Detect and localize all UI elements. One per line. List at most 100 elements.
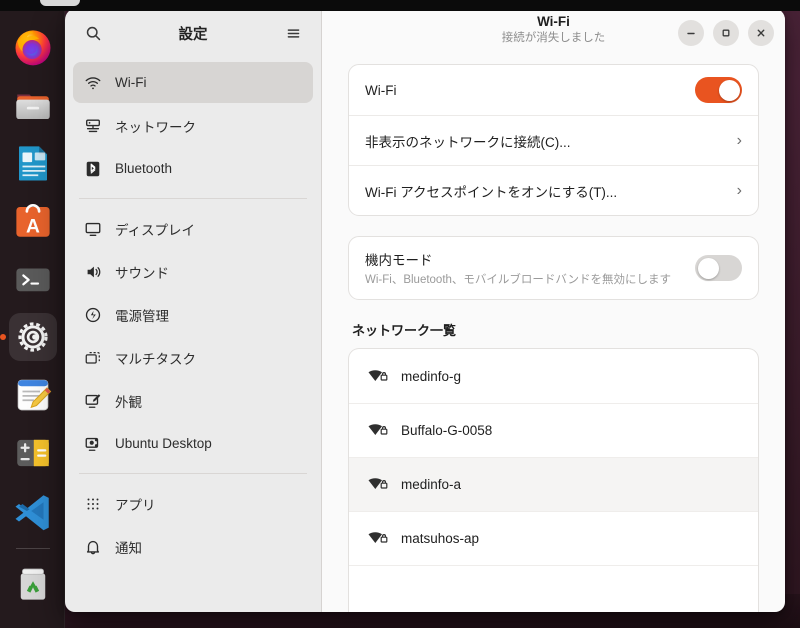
window-header: Wi-Fi 接続が消失しました — [322, 8, 785, 58]
dock-item-settings[interactable] — [8, 313, 57, 361]
chevron-right-icon: › — [736, 131, 742, 149]
toggle-knob — [697, 257, 719, 279]
wifi-secure-icon — [367, 584, 389, 601]
sidebar-item-label: アプリ — [115, 497, 156, 513]
firefox-icon — [15, 30, 50, 66]
appearance-icon — [83, 391, 102, 410]
apps-grid-icon — [83, 494, 102, 513]
calculator-icon — [16, 439, 49, 467]
bluetooth-icon — [83, 159, 102, 178]
network-row[interactable]: medinfo-g — [349, 349, 758, 403]
sidebar-item-notifications[interactable]: 通知 — [73, 526, 313, 567]
network-ssid: medinfo-a — [401, 477, 462, 492]
clock-indicator[interactable] — [40, 0, 80, 6]
multitasking-icon — [83, 348, 102, 367]
wifi-toggle-label: Wi-Fi — [365, 82, 397, 98]
ubuntu-app-center-icon: A — [15, 203, 50, 237]
airplane-mode-card: 機内モード Wi-Fi、Bluetooth、モバイルブロードバンドを無効にします — [348, 236, 759, 300]
ubuntu-dock: A — [0, 11, 65, 628]
sidebar-item-label: サウンド — [115, 265, 169, 281]
trash-icon — [20, 568, 45, 600]
wifi-toggle[interactable] — [695, 77, 742, 103]
dock-item-files[interactable] — [9, 81, 57, 129]
settings-gear-icon — [17, 322, 48, 352]
sidebar-item-label: 通知 — [115, 540, 142, 556]
airplane-mode-toggle[interactable] — [695, 255, 742, 281]
sidebar-item-ubuntu-desktop[interactable]: Ubuntu Desktop — [73, 423, 313, 464]
sidebar-item-bluetooth[interactable]: Bluetooth — [73, 148, 313, 189]
turn-on-hotspot-label: Wi-Fi アクセスポイントをオンにする(T)... — [365, 184, 618, 200]
sidebar-item-appearance[interactable]: 外観 — [73, 380, 313, 421]
airplane-mode-description: Wi-Fi、Bluetooth、モバイルブロードバンドを無効にします — [365, 274, 671, 286]
settings-content: Wi-Fi 接続が消失しました Wi-Fi 非表示のネットワークに接続(C)..… — [322, 8, 785, 612]
terminal-icon — [15, 268, 50, 292]
sidebar-item-power[interactable]: 電源管理 — [73, 294, 313, 335]
dock-item-calculator[interactable] — [9, 429, 57, 477]
network-row[interactable]: Buffalo-G-0058 — [349, 403, 758, 457]
wifi-settings-card: Wi-Fi 非表示のネットワークに接続(C)... › Wi-Fi アクセスポイ… — [348, 64, 759, 216]
turn-on-hotspot-row[interactable]: Wi-Fi アクセスポイントをオンにする(T)... › — [349, 165, 758, 215]
networks-section-title: ネットワーク一覧 — [352, 323, 457, 338]
svg-text:A: A — [26, 216, 40, 237]
chevron-right-icon: › — [736, 181, 742, 199]
sidebar-item-wifi[interactable]: Wi-Fi — [73, 62, 313, 103]
sidebar-item-label: 電源管理 — [115, 308, 169, 324]
network-ssid: matsuhos-ap — [401, 531, 480, 546]
dock-item-firefox[interactable] — [9, 23, 57, 71]
dock-separator — [15, 548, 50, 549]
wifi-toggle-row[interactable]: Wi-Fi — [349, 65, 758, 115]
sidebar-separator — [79, 473, 307, 474]
sidebar-separator — [79, 198, 307, 199]
wifi-secure-icon — [367, 476, 389, 493]
sidebar-header: 設定 — [65, 8, 321, 58]
notifications-bell-icon — [83, 537, 102, 556]
files-icon — [15, 94, 50, 119]
sidebar-item-sound[interactable]: サウンド — [73, 251, 313, 292]
airplane-mode-row[interactable]: 機内モード Wi-Fi、Bluetooth、モバイルブロードバンドを無効にします — [349, 237, 758, 299]
wifi-secure-icon — [367, 368, 389, 385]
sidebar-item-apps[interactable]: アプリ — [73, 483, 313, 524]
close-button[interactable] — [748, 20, 774, 46]
dock-item-vscode[interactable] — [9, 487, 57, 535]
gnome-top-bar — [0, 0, 800, 11]
dock-item-text-editor[interactable] — [9, 371, 57, 419]
network-row[interactable] — [349, 565, 758, 612]
wifi-icon — [83, 73, 102, 92]
dock-item-libreoffice[interactable] — [9, 139, 57, 187]
sidebar-item-label: ディスプレイ — [115, 222, 196, 238]
search-icon[interactable] — [79, 19, 107, 47]
minimize-button[interactable] — [678, 20, 704, 46]
sidebar-item-display[interactable]: ディスプレイ — [73, 208, 313, 249]
sidebar-item-label: 外観 — [115, 394, 142, 410]
sidebar-item-list: Wi-Fi ネットワーク Bluetooth ディスプレイ サウンド 電源管理 … — [65, 58, 321, 569]
sidebar-item-label: ネットワーク — [115, 119, 196, 135]
sound-icon — [83, 262, 102, 281]
airplane-mode-label: 機内モード — [365, 253, 433, 268]
network-ssid: medinfo-g — [401, 368, 462, 384]
text-editor-icon — [17, 379, 51, 411]
ubuntu-desktop-icon — [83, 434, 102, 453]
sidebar-item-label: マルチタスク — [115, 351, 196, 367]
dock-item-terminal[interactable] — [9, 255, 57, 303]
connect-hidden-network-label: 非表示のネットワークに接続(C)... — [365, 134, 571, 150]
maximize-button[interactable] — [713, 20, 739, 46]
connect-hidden-network-row[interactable]: 非表示のネットワークに接続(C)... › — [349, 115, 758, 165]
dock-item-trash[interactable] — [9, 559, 57, 607]
sidebar-item-label: Ubuntu Desktop — [115, 436, 212, 451]
sidebar-item-network[interactable]: ネットワーク — [73, 105, 313, 146]
network-row[interactable]: medinfo-a — [349, 457, 758, 511]
power-icon — [83, 305, 102, 324]
settings-body: Wi-Fi 非表示のネットワークに接続(C)... › Wi-Fi アクセスポイ… — [322, 58, 785, 612]
sidebar-item-multitasking[interactable]: マルチタスク — [73, 337, 313, 378]
wifi-secure-icon — [367, 530, 389, 547]
display-icon — [83, 219, 102, 238]
visible-networks-list: medinfo-g Buffalo-G-0058 medinfo-a matsu… — [348, 348, 759, 612]
wifi-secure-icon — [367, 422, 389, 439]
sidebar-item-label: Bluetooth — [115, 161, 173, 176]
network-ssid: Buffalo-G-0058 — [401, 423, 493, 438]
dock-item-app-center[interactable]: A — [9, 197, 57, 245]
hamburger-menu-icon[interactable] — [279, 19, 307, 47]
network-row[interactable]: matsuhos-ap — [349, 511, 758, 565]
vscode-icon — [15, 495, 49, 531]
toggle-knob — [718, 79, 740, 101]
